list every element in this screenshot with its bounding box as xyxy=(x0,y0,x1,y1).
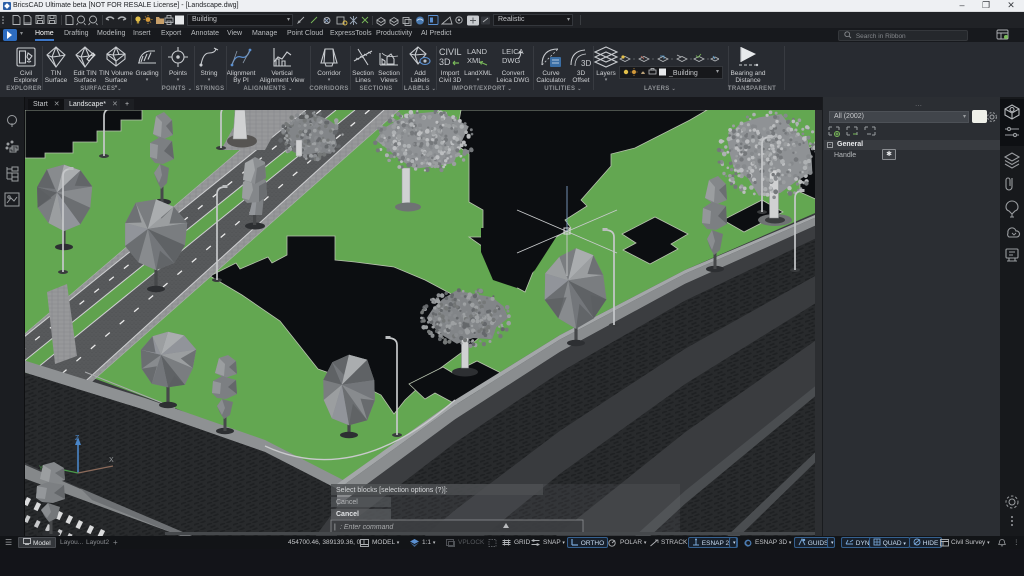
svg-text:Cancel: Cancel xyxy=(336,511,359,518)
svg-text:Z: Z xyxy=(75,435,80,442)
svg-text:XML: XML xyxy=(467,56,482,65)
svg-text:Cancel: Cancel xyxy=(336,499,358,506)
svg-text:Select blocks [selection optio: Select blocks [selection options (?)]: xyxy=(336,487,448,494)
svg-text:3D: 3D xyxy=(439,57,451,67)
svg-text:|: | xyxy=(334,524,336,531)
svg-text:LAND: LAND xyxy=(467,47,488,56)
svg-text:_Building: _Building xyxy=(668,70,698,77)
svg-text:X: X xyxy=(109,457,114,464)
svg-text:: Enter command: : Enter command xyxy=(340,524,394,531)
svg-text:CIVIL: CIVIL xyxy=(439,47,462,57)
svg-text:DWG: DWG xyxy=(502,56,520,65)
